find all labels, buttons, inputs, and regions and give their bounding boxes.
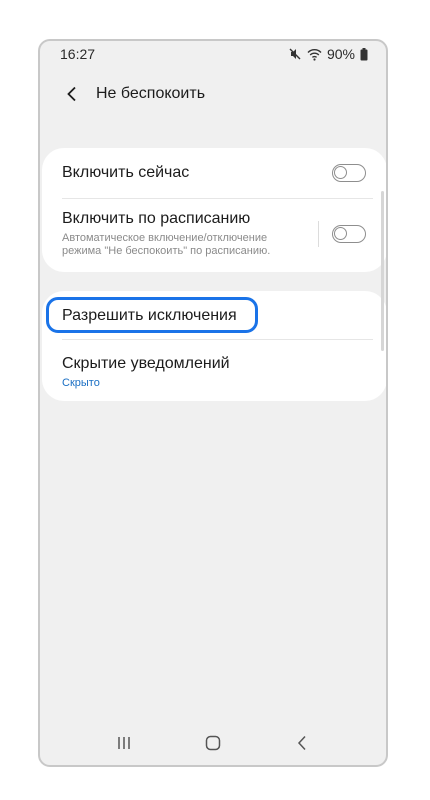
status-time: 16:27	[60, 46, 96, 62]
app-header: Не беспокоить	[40, 79, 386, 109]
schedule-description-line2: режима "Не беспокоить" по расписанию.	[62, 245, 271, 257]
status-icons: 90%	[288, 46, 368, 62]
nav-back-icon	[297, 735, 306, 751]
navigation-bar	[40, 721, 386, 765]
schedule-description-line1: Автоматическое включение/отключение	[62, 232, 268, 244]
enable-now-label: Включить сейчас	[62, 164, 190, 181]
schedule-row[interactable]: Включить по расписанию Автоматическое вк…	[42, 199, 386, 272]
mute-icon	[288, 47, 302, 61]
toggle-knob	[334, 227, 347, 240]
enable-now-row[interactable]: Включить сейчас	[42, 148, 386, 198]
highlight-ring	[46, 297, 258, 333]
phone-screen: 16:27 90% Не беспокоить Включить сейчас …	[38, 39, 388, 767]
hide-notifications-value: Скрыто	[62, 377, 100, 389]
status-bar: 16:27 90%	[40, 41, 386, 67]
home-icon	[205, 735, 221, 751]
battery-percent: 90%	[326, 46, 355, 62]
scrollbar[interactable]	[381, 191, 384, 351]
page-title: Не беспокоить	[96, 85, 206, 102]
hide-notifications-label: Скрытие уведомлений	[62, 355, 230, 372]
hide-notifications-row[interactable]: Скрытие уведомлений Скрыто	[42, 340, 386, 401]
battery-icon	[360, 47, 368, 61]
wifi-icon	[307, 48, 322, 61]
back-button[interactable]	[62, 84, 82, 104]
nav-back-button[interactable]	[287, 728, 317, 758]
schedule-toggle[interactable]	[332, 225, 366, 243]
settings-card-main: Включить сейчас Включить по расписанию А…	[42, 148, 386, 272]
back-icon	[67, 86, 76, 102]
toggle-knob	[334, 166, 347, 179]
schedule-label: Включить по расписанию	[62, 210, 251, 227]
enable-now-toggle[interactable]	[332, 164, 366, 182]
recents-icon	[118, 737, 131, 749]
recents-button[interactable]	[109, 728, 139, 758]
vertical-separator	[318, 221, 319, 247]
home-button[interactable]	[198, 728, 228, 758]
